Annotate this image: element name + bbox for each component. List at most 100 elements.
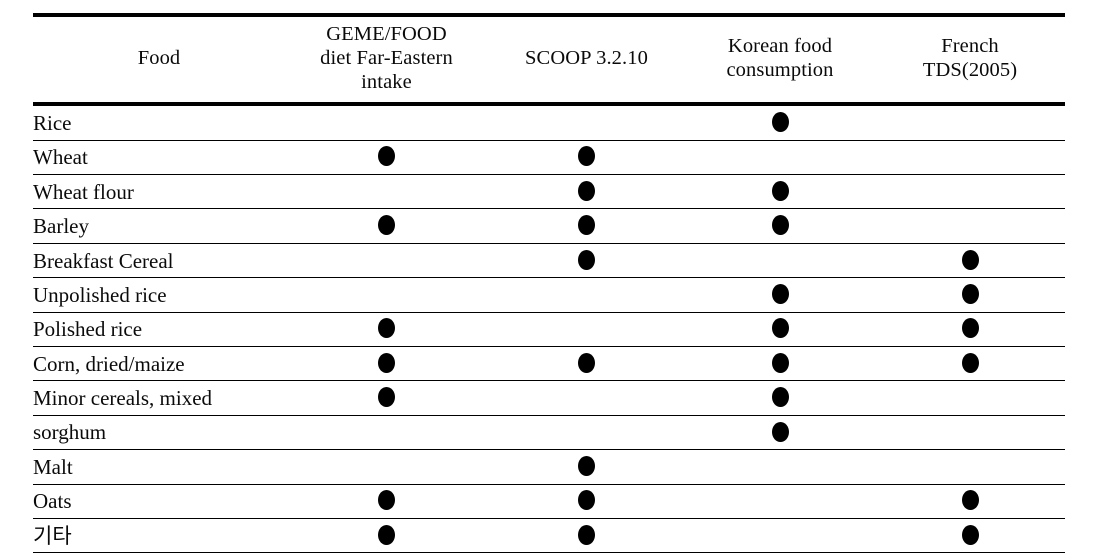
column-header-gems-food-line-1: GEME/FOOD [326,23,447,45]
table-row: Oats [33,484,1065,519]
mark-cell-korea [685,312,875,348]
presence-dot-icon [578,524,595,545]
presence-dot-icon [961,352,979,373]
presence-dot-icon [578,249,595,270]
mark-cell-french [875,312,1065,348]
presence-dot-icon [961,524,979,545]
food-name-cell: Rice [33,104,285,141]
table-row: Corn, dried/maize [33,346,1065,382]
column-header-gems-food: GEME/FOOD diet Far-Eastern intake [285,12,488,107]
table-header: Food GEME/FOOD diet Far-Eastern intake S… [33,12,1065,107]
mark-cell-french [875,243,1065,279]
mark-cell-french [875,346,1065,382]
presence-dot-icon [771,111,789,132]
mark-cell-gems [285,312,488,348]
presence-dot-icon [771,283,789,304]
mark-cell-gems [285,518,488,553]
mark-cell-korea [685,174,875,210]
mark-cell-scoop [488,346,685,382]
mark-cell-korea [685,243,875,279]
column-header-french-tds: French TDS(2005) [875,12,1065,107]
mark-cell-gems [285,484,488,519]
mark-cell-french [875,140,1065,176]
presence-dot-icon [578,490,595,511]
column-header-french-line-2: TDS(2005) [922,58,1018,81]
mark-cell-gems [285,449,488,485]
column-header-korean-food-consumption: Korean food consumption [685,12,875,107]
table-row: Barley [33,208,1065,244]
presence-dot-icon [378,490,395,511]
mark-cell-scoop [488,449,685,485]
presence-dot-icon [771,352,789,373]
table-row: Unpolished rice [33,277,1065,313]
mark-cell-gems [285,277,488,313]
mark-cell-gems [285,346,488,382]
food-name-cell: Corn, dried/maize [33,346,285,382]
food-name-cell: Minor cereals, mixed [33,380,285,416]
table-row: Breakfast Cereal [33,243,1065,279]
mark-cell-gems [285,174,488,210]
column-header-scoop-line-1: SCOOP 3.2.10 [525,46,648,69]
mark-cell-french [875,174,1065,210]
food-name-cell: Wheat flour [33,174,285,210]
mark-cell-korea [685,415,875,451]
column-header-food: Food [33,12,285,107]
presence-dot-icon [771,180,789,201]
presence-dot-icon [578,455,595,476]
mark-cell-french [875,415,1065,451]
column-header-food-line-1: Food [137,46,181,69]
presence-dot-icon [771,421,789,442]
header-row: Food GEME/FOOD diet Far-Eastern intake S… [33,12,1065,107]
food-name-cell: Oats [33,484,285,519]
presence-dot-icon [578,215,595,236]
presence-dot-icon [378,524,395,545]
presence-dot-icon [961,283,979,304]
mark-cell-scoop [488,208,685,244]
table-row: Polished rice [33,312,1065,348]
presence-dot-icon [578,180,595,201]
table-row: sorghum [33,415,1065,451]
mark-cell-scoop [488,415,685,451]
mark-cell-scoop [488,140,685,176]
mark-cell-scoop [488,277,685,313]
mark-cell-gems [285,208,488,244]
presence-dot-icon [378,146,395,167]
mark-cell-french [875,518,1065,553]
mark-cell-korea [685,104,875,141]
mark-cell-french [875,104,1065,141]
table-row: Wheat flour [33,174,1065,210]
mark-cell-korea [685,208,875,244]
mark-cell-french [875,449,1065,485]
presence-dot-icon [771,318,789,339]
mark-cell-gems [285,380,488,416]
mark-cell-french [875,277,1065,313]
presence-dot-icon [961,249,979,270]
table-row: Wheat [33,140,1065,176]
presence-dot-icon [961,490,979,511]
mark-cell-scoop [488,243,685,279]
food-name-cell: Barley [33,208,285,244]
table-row: Minor cereals, mixed [33,380,1065,416]
column-header-gems-food-line-3: intake [361,70,412,93]
mark-cell-korea [685,380,875,416]
food-name-cell: Wheat [33,140,285,176]
mark-cell-scoop [488,174,685,210]
mark-cell-french [875,208,1065,244]
mark-cell-scoop [488,312,685,348]
mark-cell-scoop [488,380,685,416]
food-name-cell: 기타 [33,518,285,553]
column-header-gems-food-line-2: diet Far-Eastern [320,46,453,69]
food-name-cell: Malt [33,449,285,485]
mark-cell-gems [285,415,488,451]
presence-dot-icon [578,352,595,373]
mark-cell-korea [685,277,875,313]
presence-dot-icon [961,318,979,339]
mark-cell-scoop [488,518,685,553]
column-header-french-line-1: French [941,34,999,57]
table-row: 기타 [33,518,1065,553]
mark-cell-korea [685,518,875,553]
food-name-cell: sorghum [33,415,285,451]
food-name-cell: Unpolished rice [33,277,285,313]
food-name-cell: Polished rice [33,312,285,348]
column-header-korean-line-2: consumption [726,58,834,81]
